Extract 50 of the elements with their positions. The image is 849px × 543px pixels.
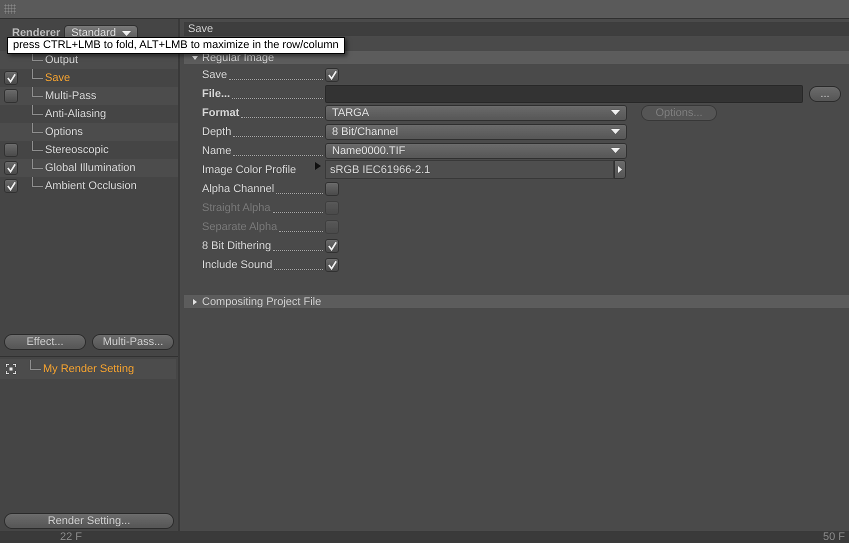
checkbox[interactable]: [4, 143, 18, 157]
expand-icon[interactable]: [315, 162, 321, 170]
field-label: 8 Bit Dithering: [202, 240, 325, 252]
group-header[interactable]: Compositing Project File: [184, 295, 849, 308]
dropdown[interactable]: 8 Bit/Channel: [325, 124, 627, 140]
dropdown[interactable]: Name0000.TIF: [325, 142, 627, 158]
target-icon: [6, 364, 16, 374]
field-label: Include Sound: [202, 258, 325, 270]
field-label: Format: [202, 106, 325, 118]
caret-icon: [611, 148, 620, 153]
checkbox[interactable]: [325, 182, 339, 196]
render-setting-button[interactable]: Render Setting...: [4, 513, 174, 529]
checkbox[interactable]: [325, 68, 339, 82]
disclosure-icon: [192, 298, 198, 304]
checkbox[interactable]: [4, 161, 18, 175]
tree-item[interactable]: Stereoscopic: [45, 144, 109, 156]
browse-button[interactable]: ...: [809, 86, 841, 102]
checkbox[interactable]: [4, 179, 18, 193]
field-label: Name: [202, 144, 325, 156]
add-button[interactable]: Multi-Pass...: [92, 334, 174, 350]
caret-icon: [611, 110, 620, 115]
checkbox[interactable]: [325, 258, 339, 272]
start-frame: 22 F: [60, 531, 82, 543]
tree-item[interactable]: Ambient Occlusion: [45, 180, 137, 192]
arrow-icon: [618, 166, 622, 173]
add-button[interactable]: Effect...: [4, 334, 86, 350]
checkbox[interactable]: [325, 238, 339, 252]
field-label: Depth: [202, 126, 325, 138]
field-label: Save: [202, 68, 325, 80]
tree-item[interactable]: Multi-Pass: [45, 90, 96, 102]
profile-field[interactable]: sRGB IEC61966-2.1: [325, 160, 614, 179]
grip-icon[interactable]: [4, 4, 16, 14]
tree-item[interactable]: Anti-Aliasing: [45, 108, 106, 120]
tree-item[interactable]: Output: [45, 54, 78, 66]
end-frame: 50 F: [822, 531, 845, 543]
field-label: Image Color Profile: [202, 164, 298, 176]
dropdown[interactable]: TARGA: [325, 104, 627, 120]
panel-title: Save: [184, 22, 849, 36]
group-header[interactable]: Regular Image: [184, 51, 849, 64]
renderer-label: Renderer: [12, 27, 60, 39]
caret-icon: [611, 129, 620, 134]
checkbox[interactable]: [4, 71, 18, 85]
field-label: Alpha Channel: [202, 182, 325, 194]
tree-item[interactable]: Options: [45, 126, 83, 138]
tree-item[interactable]: Save: [45, 72, 70, 84]
tooltip: press CTRL+LMB to fold, ALT+LMB to maximize in the row/column: [7, 37, 345, 54]
arrow-button[interactable]: [614, 160, 626, 179]
file-field[interactable]: [325, 84, 803, 102]
field-label: File...: [202, 88, 325, 100]
checkbox[interactable]: [4, 89, 18, 103]
